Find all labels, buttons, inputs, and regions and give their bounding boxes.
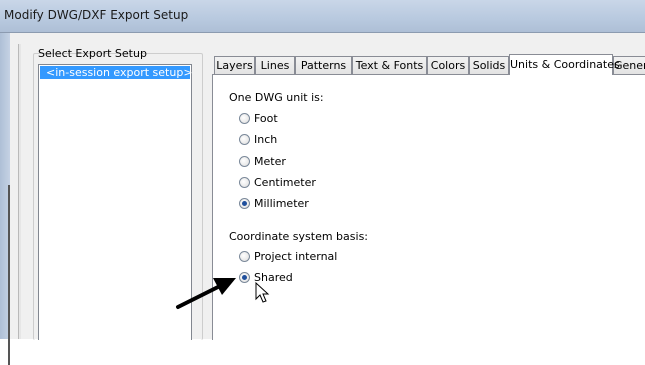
coordinates-group-label: Coordinate system basis: <box>229 230 369 243</box>
tab-strip: Layers Lines Patterns Text & Fonts Color… <box>212 54 645 75</box>
units-coordinates-panel: One DWG unit is: Foot Inch Meter Centime… <box>212 74 645 340</box>
window-title: Modify DWG/DXF Export Setup <box>4 8 189 22</box>
radio-button[interactable] <box>239 113 250 124</box>
tab-layers[interactable]: Layers <box>214 56 255 74</box>
units-group-label: One DWG unit is: <box>229 91 324 104</box>
radio-label: Project internal <box>254 250 338 263</box>
export-setup-item[interactable]: <in-session export setup> <box>40 66 193 79</box>
window-frame-left <box>0 33 10 365</box>
export-setup-list[interactable]: <in-session export setup> <box>38 64 193 340</box>
radio-label: Inch <box>254 133 278 146</box>
export-setup-dialog: Modify DWG/DXF Export Setup Select Expor… <box>0 0 645 365</box>
frame-edge <box>8 185 10 365</box>
radio-button[interactable] <box>239 272 250 283</box>
tab-lines[interactable]: Lines <box>255 56 295 74</box>
radio-button[interactable] <box>239 134 250 145</box>
radio-label: Foot <box>254 112 278 125</box>
radio-selected-dot <box>242 275 247 280</box>
radio-selected-dot <box>242 201 247 206</box>
tab-colors[interactable]: Colors <box>427 56 469 74</box>
tab-text-fonts[interactable]: Text & Fonts <box>352 56 427 74</box>
panel-divider <box>18 44 21 339</box>
export-setup-label: Select Export Setup <box>38 47 147 60</box>
radio-label: Centimeter <box>254 176 316 189</box>
radio-button[interactable] <box>239 156 250 167</box>
radio-button[interactable] <box>239 198 250 209</box>
radio-label: Shared <box>254 271 293 284</box>
title-bar: Modify DWG/DXF Export Setup <box>0 0 645 33</box>
tab-solids[interactable]: Solids <box>469 56 509 74</box>
tab-units-coordinates[interactable]: Units & Coordinates <box>509 54 620 75</box>
radio-button[interactable] <box>239 251 250 262</box>
radio-label: Meter <box>254 155 286 168</box>
radio-button[interactable] <box>239 177 250 188</box>
radio-label: Millimeter <box>254 197 309 210</box>
tab-patterns[interactable]: Patterns <box>295 56 352 74</box>
